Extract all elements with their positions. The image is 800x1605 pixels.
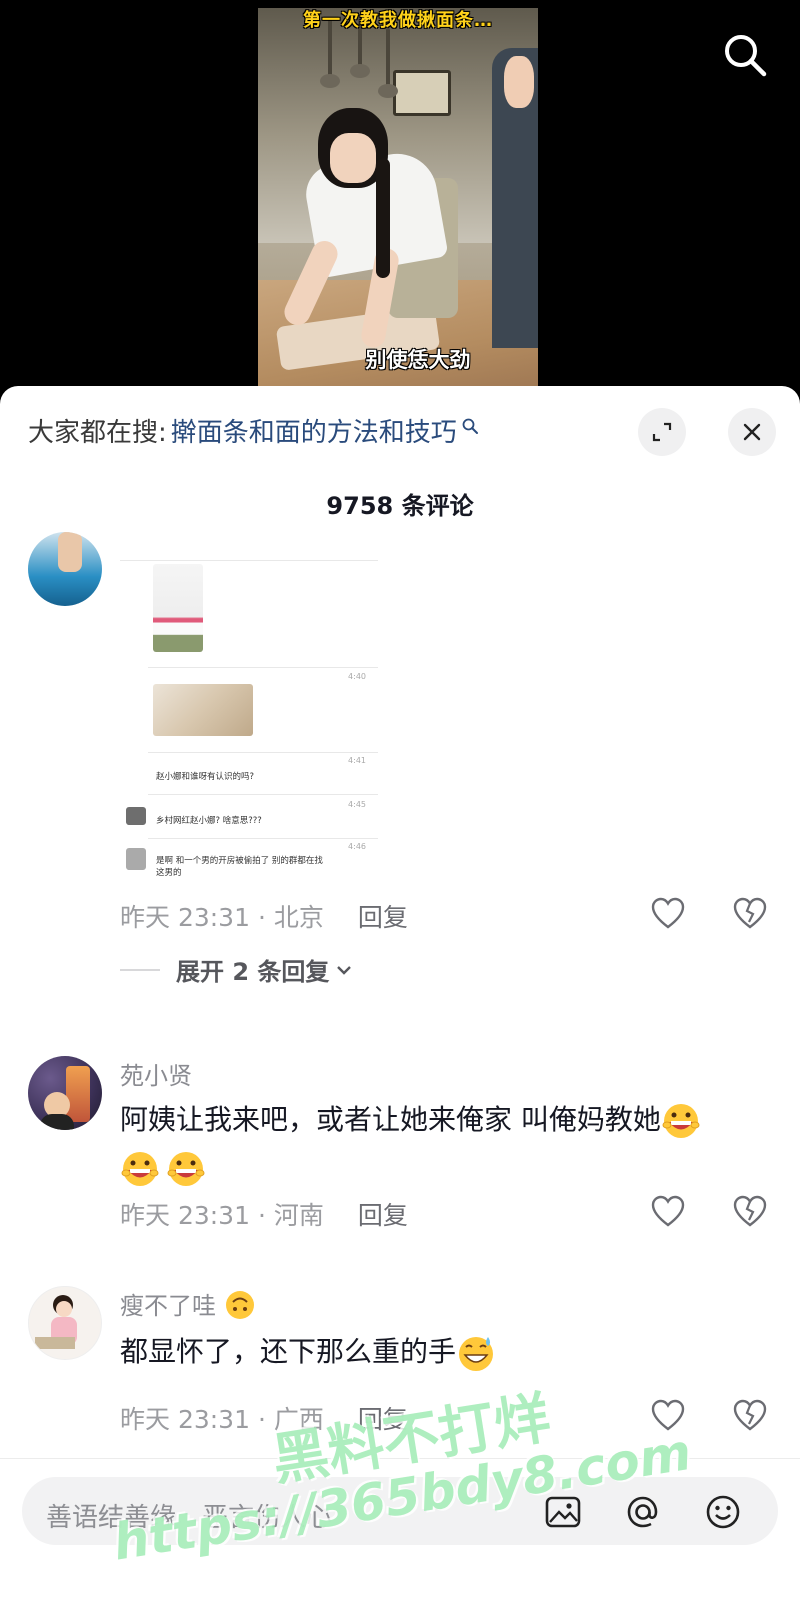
like-icon[interactable] (650, 1398, 686, 1434)
search-icon (462, 418, 478, 434)
image-avatar (126, 848, 146, 870)
comment-item: 瘦不了哇 都显怀了，还下那么重的手 昨天 23:31 · 广西 回复 (0, 1286, 800, 1446)
comment-text: 阿姨让我来吧，或者让她来俺家 叫俺妈教她 (120, 1096, 770, 1192)
video-ladle (378, 28, 398, 98)
image-avatar (126, 807, 146, 825)
image-timestamp: 4:46 (348, 842, 366, 851)
video-subtitle: 别使恁大劲 (365, 348, 471, 372)
emoji-icon (166, 1149, 206, 1189)
comment-time-location: 昨天 23:31 · 广西 (120, 1405, 324, 1434)
upside-down-face-icon (224, 1289, 256, 1321)
image-thumbnail (153, 684, 253, 736)
like-icon[interactable] (650, 1194, 686, 1230)
search-button[interactable] (720, 30, 770, 80)
avatar[interactable] (28, 532, 102, 606)
video-title-overlay: 第一次教我做揪面条… (303, 10, 493, 31)
comment-input-placeholder: 善语结善缘，恶言伤人心 (46, 1503, 333, 1533)
emoji-icon (661, 1101, 701, 1141)
comment-body: 都显怀了，还下那么重的手 (120, 1335, 457, 1368)
suggested-search[interactable]: 大家都在搜: 擀面条和面的方法和技巧 (28, 408, 479, 452)
image-timestamp: 4:41 (348, 756, 366, 765)
expand-replies-button[interactable]: 展开 2 条回复 (120, 952, 353, 987)
comment-username-text: 瘦不了哇 (120, 1292, 216, 1320)
image-message: 赵小娜和谁呀有认识的吗? (156, 772, 255, 782)
avatar-ground (35, 1337, 75, 1349)
comment-text: 都显怀了，还下那么重的手 (120, 1328, 770, 1376)
chevron-down-icon (337, 965, 352, 975)
image-timestamp: 4:40 (348, 672, 366, 681)
expand-sheet-button[interactable] (638, 408, 686, 456)
emoji-picker-icon[interactable] (702, 1491, 744, 1533)
avatar-figure (58, 532, 82, 572)
image-message: 是啊 和一个男的开房被偷拍了 别的群都在找 (156, 856, 323, 866)
reply-button[interactable]: 回复 (358, 898, 408, 934)
image-divider (120, 560, 378, 561)
avatar-face (56, 1301, 72, 1317)
video-person-right-head (504, 56, 534, 108)
image-divider (148, 794, 378, 795)
comment-username[interactable]: 苑小贤 (120, 1056, 192, 1091)
video-shelf (393, 70, 451, 116)
image-timestamp: 4:45 (348, 800, 366, 809)
comment-input[interactable]: 善语结善缘，恶言伤人心 (22, 1477, 778, 1545)
comment-image[interactable]: 4:40 4:41 赵小娜和谁呀有认识的吗? 4:45 乡村网红赵小娜? 啥意思… (120, 542, 378, 877)
image-message: 乡村网红赵小娜? 啥意思??? (156, 816, 262, 826)
suggested-search-query[interactable]: 擀面条和面的方法和技巧 (171, 412, 457, 449)
comment-meta: 昨天 23:31 · 广西 回复 (120, 1400, 408, 1436)
close-button[interactable] (728, 408, 776, 456)
video-frame[interactable]: 第一次教我做揪面条… 别使恁大劲 (258, 8, 538, 400)
avatar-body (40, 1114, 74, 1130)
image-divider (148, 667, 378, 668)
comment-item: 4:40 4:41 赵小娜和谁呀有认识的吗? 4:45 乡村网红赵小娜? 啥意思… (0, 532, 800, 992)
comment-sheet: 大家都在搜: 擀面条和面的方法和技巧 9758 条评论 4:40 4:41 赵小… (0, 386, 800, 1605)
image-divider (148, 752, 378, 753)
video-person-face (330, 133, 376, 183)
comment-time-location: 昨天 23:31 · 河南 (120, 1201, 324, 1230)
dislike-icon[interactable] (732, 896, 768, 932)
avatar[interactable] (28, 1286, 102, 1360)
expand-replies-label: 展开 2 条回复 (176, 958, 330, 986)
comment-meta: 昨天 23:31 · 河南 回复 (120, 1196, 408, 1232)
avatar-building (66, 1066, 90, 1122)
image-message: 这男的 (156, 868, 182, 877)
comment-count: 9758 条评论 (326, 492, 474, 520)
expand-icon (652, 422, 672, 442)
emoji-icon (120, 1149, 160, 1189)
reply-button[interactable]: 回复 (358, 1196, 408, 1232)
suggested-search-prefix: 大家都在搜: (28, 417, 167, 448)
comment-username[interactable]: 瘦不了哇 (120, 1286, 256, 1321)
comment-item: 苑小贤 阿姨让我来吧，或者让她来俺家 叫俺妈教她 昨天 23:31 · 河南 回… (0, 1056, 800, 1256)
video-player[interactable]: 第一次教我做揪面条… 别使恁大劲 (0, 0, 800, 400)
dislike-icon[interactable] (732, 1194, 768, 1230)
comment-input-bar: 善语结善缘，恶言伤人心 (0, 1458, 800, 1605)
close-icon (743, 423, 761, 441)
dislike-icon[interactable] (732, 1398, 768, 1434)
reply-button[interactable]: 回复 (358, 1400, 408, 1436)
search-icon (725, 35, 767, 77)
comment-body: 阿姨让我来吧，或者让她来俺家 叫俺妈教她 (120, 1103, 661, 1136)
image-thumbnail (153, 564, 203, 652)
image-icon[interactable] (542, 1491, 584, 1533)
video-braid (376, 158, 390, 278)
grinning-sweat-icon (456, 1333, 496, 1373)
expand-divider (120, 968, 160, 971)
avatar[interactable] (28, 1056, 102, 1130)
comment-meta: 昨天 23:31 · 北京 回复 (120, 898, 408, 934)
image-divider (148, 838, 378, 839)
like-icon[interactable] (650, 896, 686, 932)
comment-time-location: 昨天 23:31 · 北京 (120, 903, 324, 932)
mention-icon[interactable] (622, 1491, 664, 1533)
